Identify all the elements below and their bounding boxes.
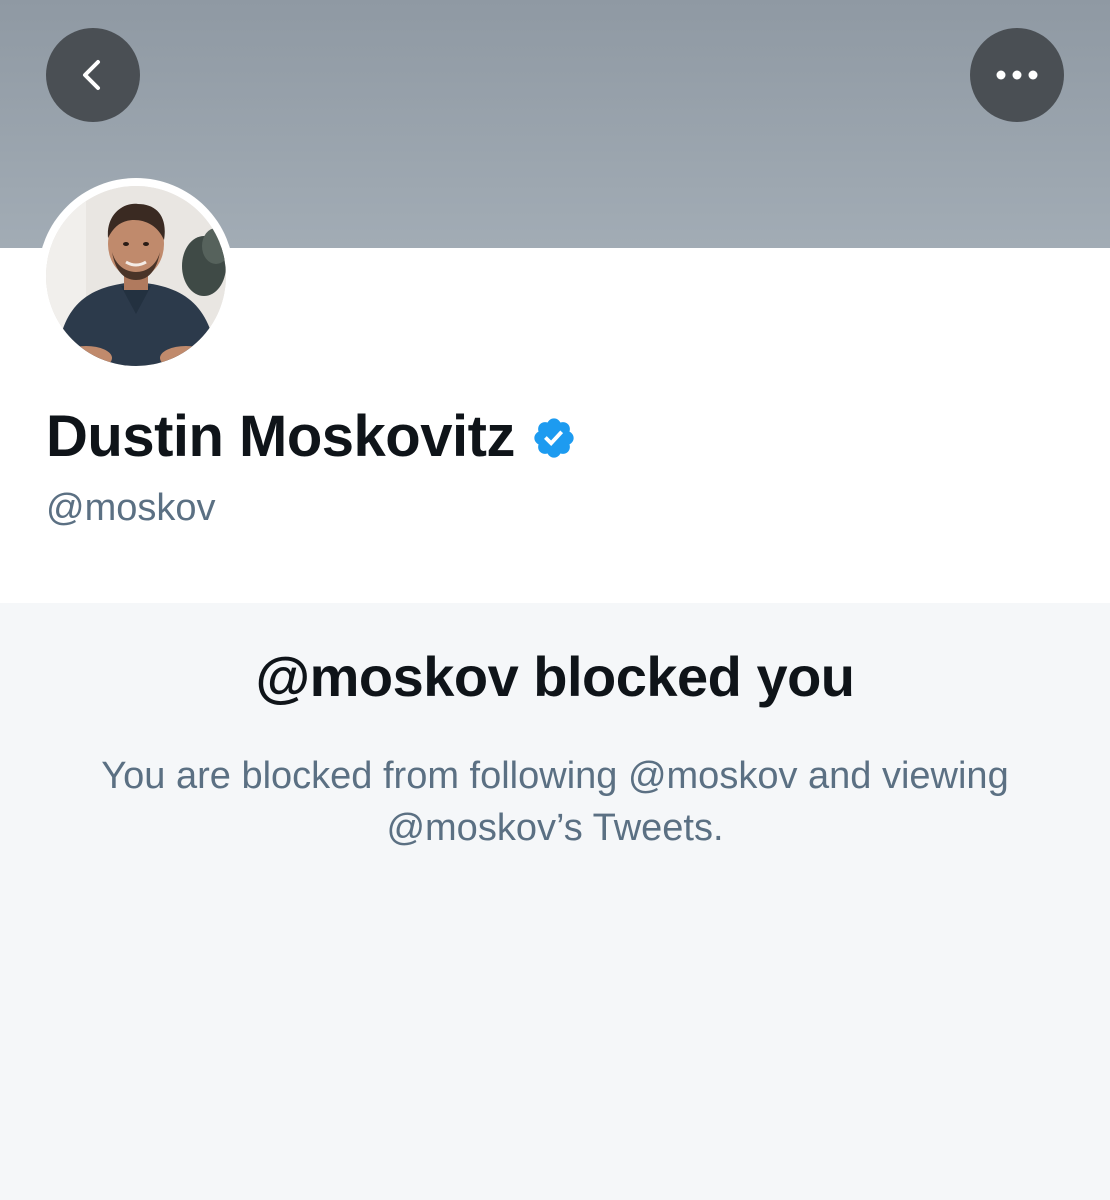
avatar[interactable] <box>46 186 226 366</box>
display-name: Dustin Moskovitz <box>46 404 515 469</box>
verified-badge-icon <box>534 418 574 458</box>
ellipsis-icon <box>996 70 1038 80</box>
chevron-left-icon <box>83 60 100 90</box>
back-button[interactable] <box>46 28 140 122</box>
more-options-button[interactable] <box>970 28 1064 122</box>
profile-handle: @moskov <box>46 487 216 529</box>
name-row: Dustin Moskovitz <box>46 402 577 472</box>
avatar-photo <box>46 186 226 366</box>
blocked-title: @moskov blocked you <box>255 645 855 708</box>
blocked-description: You are blocked from following @moskov a… <box>101 755 1009 849</box>
